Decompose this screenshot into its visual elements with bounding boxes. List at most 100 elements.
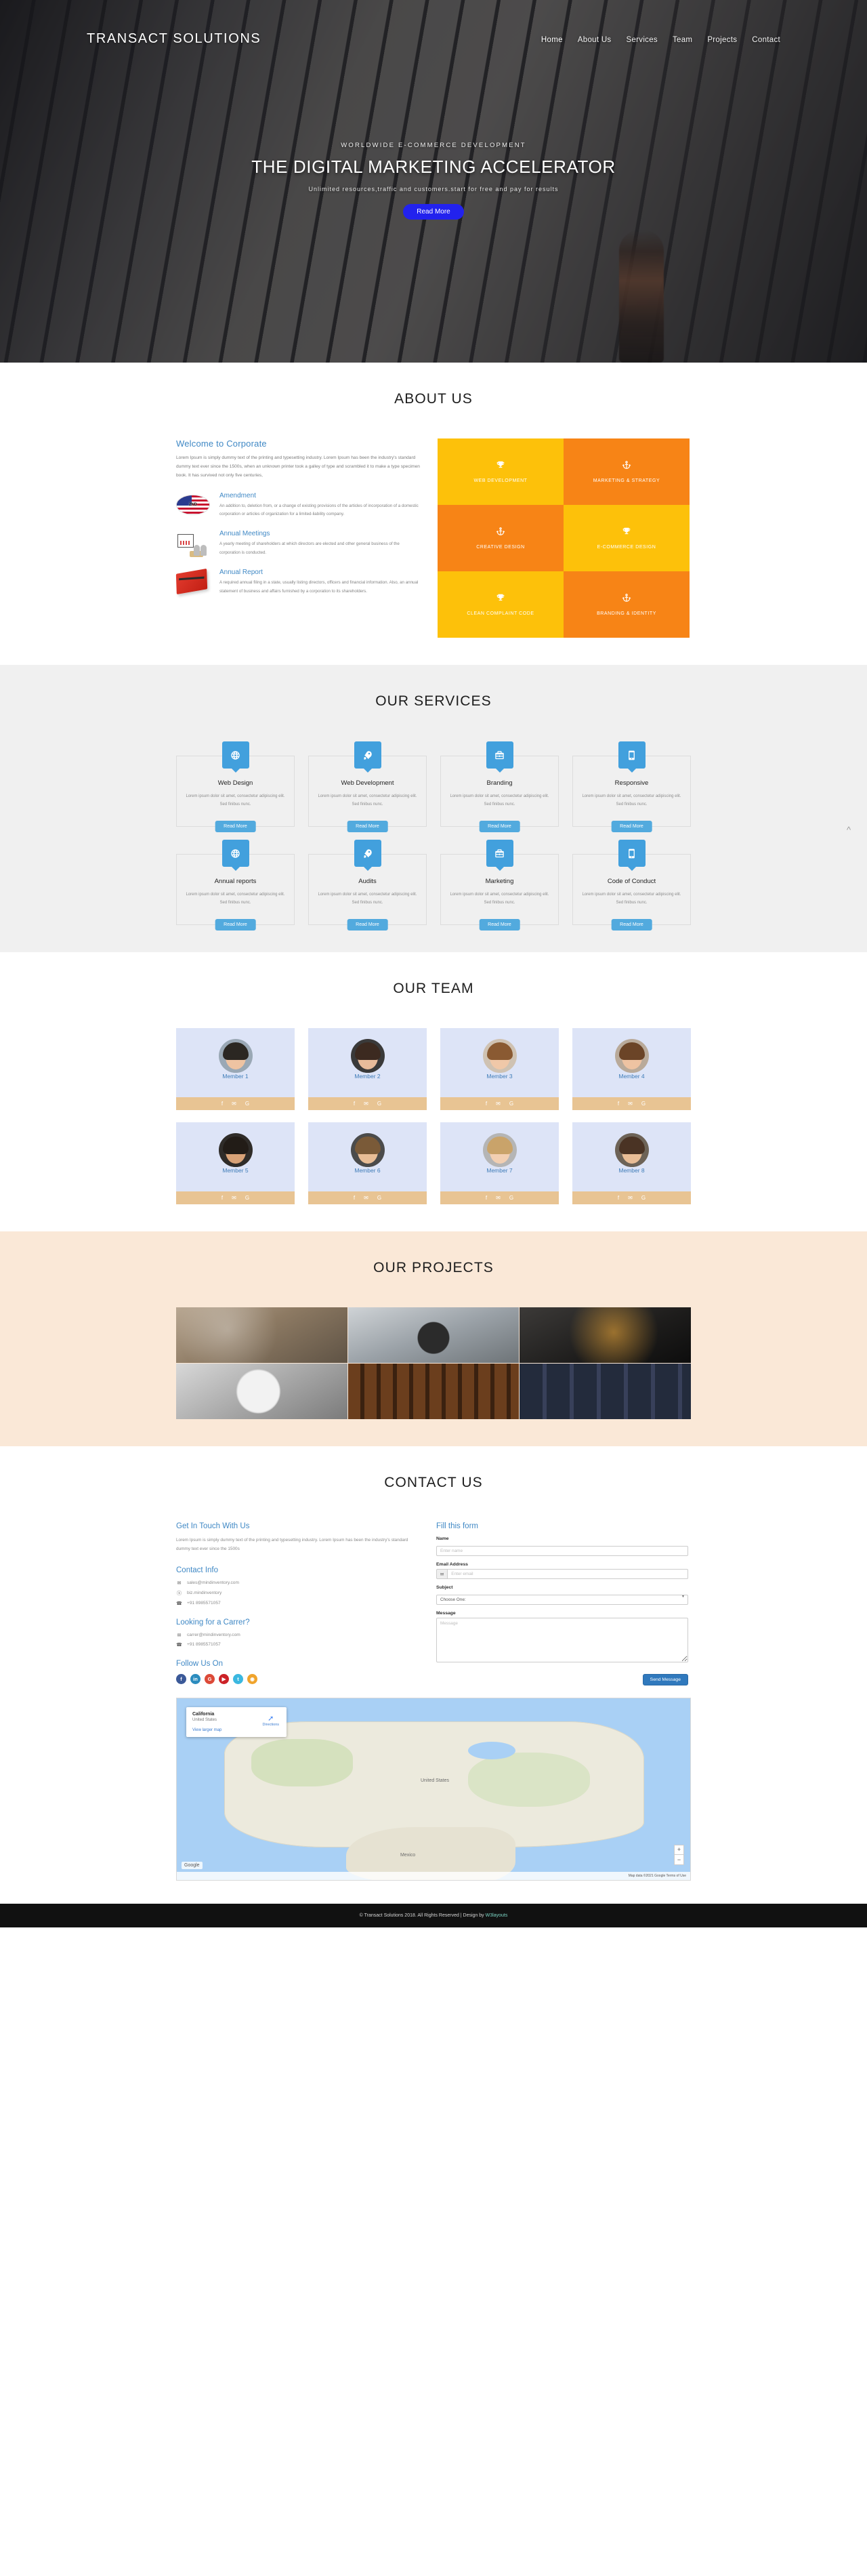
service-read-more-button[interactable]: Read More bbox=[215, 919, 256, 931]
google-plus-icon[interactable]: G bbox=[641, 1195, 646, 1201]
nav-link-services[interactable]: Services bbox=[626, 36, 658, 44]
google-plus-icon[interactable]: G bbox=[245, 1101, 249, 1107]
contact-value[interactable]: carrer@mindinventory.com bbox=[187, 1633, 240, 1637]
nav-link-home[interactable]: Home bbox=[541, 36, 563, 44]
phone-icon: ☎ bbox=[176, 1642, 182, 1648]
footer-design-link[interactable]: W3layouts bbox=[486, 1913, 508, 1918]
about-tile[interactable]: CREATIVE DESIGN bbox=[438, 505, 564, 571]
google-map[interactable]: United States Mexico California United St… bbox=[176, 1698, 691, 1881]
facebook-icon[interactable]: f bbox=[486, 1195, 487, 1201]
twitter-icon[interactable]: ✉ bbox=[232, 1101, 236, 1107]
nav-link-contact[interactable]: Contact bbox=[752, 36, 780, 44]
map-zoom-controls: + − bbox=[674, 1845, 684, 1865]
scroll-to-top-icon[interactable]: ^ bbox=[843, 823, 855, 836]
trophy-icon bbox=[496, 593, 505, 604]
map-view-larger-link[interactable]: View larger map bbox=[192, 1728, 280, 1732]
map-zoom-in-button[interactable]: + bbox=[674, 1845, 684, 1855]
map-zoom-out-button[interactable]: − bbox=[674, 1855, 684, 1865]
nav-link-projects[interactable]: Projects bbox=[707, 36, 737, 44]
service-name: Web Development bbox=[341, 779, 394, 787]
twitter-icon[interactable]: t bbox=[233, 1673, 243, 1684]
facebook-icon[interactable]: f bbox=[354, 1101, 355, 1107]
google-plus-icon[interactable]: G bbox=[245, 1195, 249, 1201]
facebook-icon[interactable]: f bbox=[618, 1195, 619, 1201]
team-social-bar: f ✉ G bbox=[572, 1097, 691, 1110]
subject-select[interactable]: Choose One: bbox=[436, 1595, 688, 1605]
project-thumbnail[interactable] bbox=[347, 1364, 520, 1419]
map-directions-button[interactable]: ➚ Directions bbox=[263, 1714, 279, 1727]
name-field-group: Name bbox=[436, 1536, 688, 1556]
hero-subtitle: Unlimited resources,traffic and customer… bbox=[308, 186, 559, 192]
map-terrain-east bbox=[468, 1753, 590, 1807]
twitter-icon[interactable]: ✉ bbox=[364, 1195, 368, 1201]
facebook-icon[interactable]: f bbox=[354, 1195, 355, 1201]
about-tile-label: BRANDING & IDENTITY bbox=[597, 611, 656, 616]
twitter-icon[interactable]: ✉ bbox=[232, 1195, 236, 1201]
google-plus-icon[interactable]: G bbox=[641, 1101, 646, 1107]
facebook-icon[interactable]: f bbox=[486, 1101, 487, 1107]
rss-icon[interactable]: ◉ bbox=[247, 1673, 257, 1684]
about-tile[interactable]: E-COMMERCE DESIGN bbox=[564, 505, 690, 571]
service-read-more-button[interactable]: Read More bbox=[215, 821, 256, 832]
hero-read-more-button[interactable]: Read More bbox=[403, 204, 464, 220]
contact-value[interactable]: +91 8985571057 bbox=[187, 1601, 221, 1606]
trophy-icon bbox=[622, 527, 631, 537]
project-thumbnail[interactable] bbox=[176, 1307, 347, 1363]
team-social-bar: f ✉ G bbox=[176, 1191, 295, 1204]
contact-value[interactable]: sales@mindinventory.com bbox=[187, 1580, 239, 1585]
nav-link-team[interactable]: Team bbox=[673, 36, 692, 44]
anchor-icon bbox=[622, 593, 631, 604]
about-tile[interactable]: MARKETING & STRATEGY bbox=[564, 438, 690, 505]
message-textarea[interactable] bbox=[436, 1618, 688, 1662]
youtube-icon[interactable]: ▶ bbox=[219, 1673, 229, 1684]
map-terms: Map data ©2021 Google Terms of Use bbox=[628, 1874, 686, 1878]
google-plus-icon[interactable]: G bbox=[377, 1101, 381, 1107]
team-photo-area: Member 6 bbox=[308, 1122, 427, 1191]
about-tile[interactable]: BRANDING & IDENTITY bbox=[564, 571, 690, 638]
about-tile[interactable]: CLEAN COMPLAINT CODE bbox=[438, 571, 564, 638]
service-read-more-button[interactable]: Read More bbox=[347, 919, 388, 931]
twitter-icon[interactable]: ✉ bbox=[364, 1101, 368, 1107]
linkedin-icon[interactable]: in bbox=[190, 1673, 200, 1684]
google-plus-icon[interactable]: G bbox=[205, 1673, 215, 1684]
team-member-card: Member 4 f ✉ G bbox=[572, 1028, 691, 1110]
about-tile[interactable]: WEB DEVELOPMENT bbox=[438, 438, 564, 505]
service-read-more-button[interactable]: Read More bbox=[479, 919, 520, 931]
service-read-more-button[interactable]: Read More bbox=[479, 821, 520, 832]
service-read-more-button[interactable]: Read More bbox=[347, 821, 388, 832]
nav-link-about-us[interactable]: About Us bbox=[578, 36, 612, 44]
name-input[interactable] bbox=[436, 1546, 688, 1556]
email-input[interactable] bbox=[447, 1569, 688, 1579]
contact-value[interactable]: biz.mindinventory bbox=[187, 1591, 221, 1595]
google-plus-icon[interactable]: G bbox=[509, 1101, 513, 1107]
service-read-more-button[interactable]: Read More bbox=[611, 821, 652, 832]
project-thumbnail[interactable] bbox=[520, 1307, 691, 1363]
service-name: Code of Conduct bbox=[607, 878, 656, 885]
project-thumbnail[interactable] bbox=[347, 1307, 520, 1363]
twitter-icon[interactable]: ✉ bbox=[628, 1101, 633, 1107]
google-plus-icon[interactable]: G bbox=[509, 1195, 513, 1201]
hero-person-photo bbox=[619, 230, 664, 363]
facebook-icon[interactable]: f bbox=[618, 1101, 619, 1107]
site-brand[interactable]: TRANSACT SOLUTIONS bbox=[87, 31, 261, 47]
anchor-icon bbox=[496, 527, 505, 537]
twitter-icon[interactable]: ✉ bbox=[628, 1195, 633, 1201]
service-card: Web Development Lorem ipsum dolor sit ame… bbox=[308, 741, 427, 832]
project-thumbnail[interactable] bbox=[176, 1364, 347, 1419]
service-description: Lorem ipsum dolor sit amet, consectetur … bbox=[582, 794, 681, 806]
twitter-icon[interactable]: ✉ bbox=[496, 1195, 501, 1201]
facebook-icon[interactable]: f bbox=[176, 1673, 186, 1684]
project-thumbnail[interactable] bbox=[520, 1364, 691, 1419]
team-grid: Member 1 f ✉ G Member 2 f ✉ G Member 3 f ✉ G Member … bbox=[176, 1028, 691, 1204]
twitter-icon[interactable]: ✉ bbox=[496, 1101, 501, 1107]
team-member-name: Member 4 bbox=[618, 1073, 645, 1080]
facebook-icon[interactable]: f bbox=[221, 1101, 223, 1107]
google-plus-icon[interactable]: G bbox=[377, 1195, 381, 1201]
facebook-icon[interactable]: f bbox=[221, 1195, 223, 1201]
service-read-more-button[interactable]: Read More bbox=[611, 919, 652, 931]
contact-value[interactable]: +91 8985571057 bbox=[187, 1642, 221, 1647]
send-message-button[interactable]: Send Message bbox=[642, 1674, 688, 1685]
contact-title: CONTACT US bbox=[384, 1475, 483, 1490]
team-social-bar: f ✉ G bbox=[308, 1191, 427, 1204]
team-photo-area: Member 7 bbox=[440, 1122, 559, 1191]
